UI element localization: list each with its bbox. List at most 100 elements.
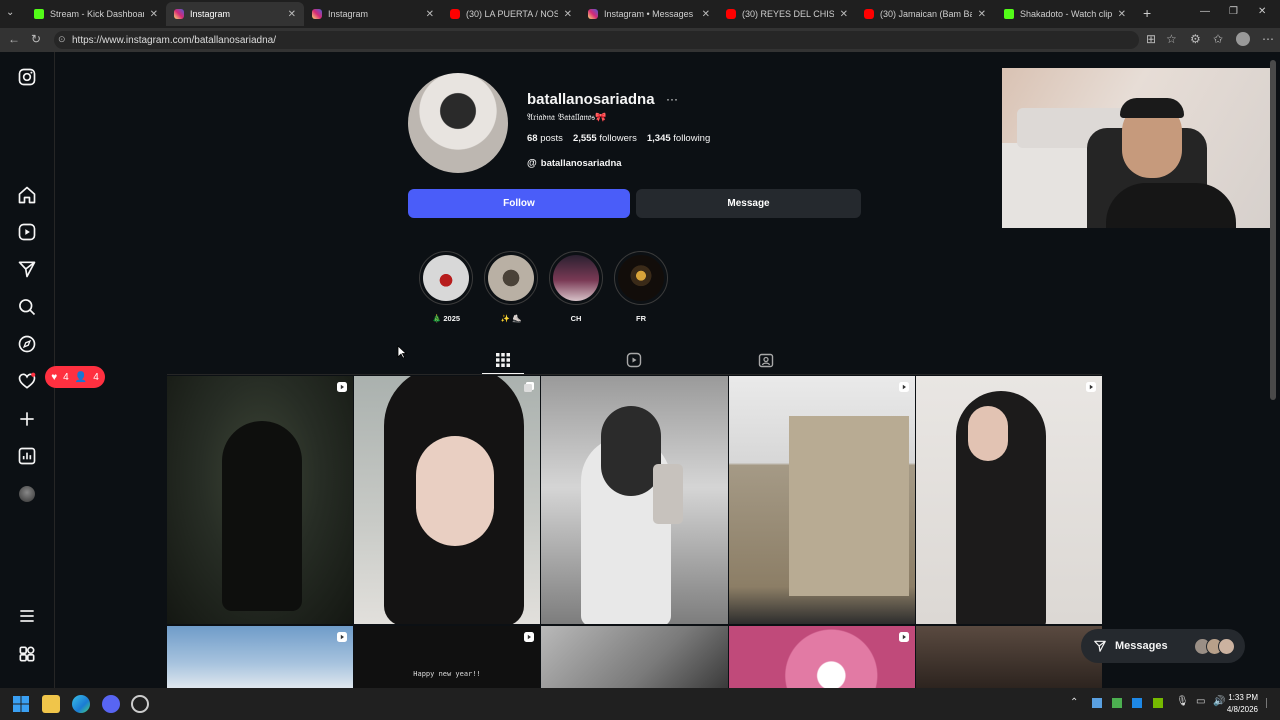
back-icon[interactable]: ← xyxy=(8,32,20,46)
highlight-label: FR xyxy=(636,314,646,323)
favorites-icon[interactable]: ✩ xyxy=(1213,32,1223,46)
message-button[interactable]: Message xyxy=(636,189,861,218)
posts-grid-tab-icon[interactable] xyxy=(495,352,511,368)
close-tab-icon[interactable]: ✕ xyxy=(978,9,986,20)
webcam-overlay xyxy=(1002,68,1272,228)
restore-icon[interactable]: ❐ xyxy=(1229,6,1238,17)
highlight-skating[interactable] xyxy=(484,251,538,305)
tagged-tab-icon[interactable] xyxy=(758,352,774,368)
tabs-divider xyxy=(167,374,1102,375)
messages-send-icon[interactable] xyxy=(17,259,37,279)
carousel-indicator-icon xyxy=(524,382,534,392)
windows-start-icon[interactable] xyxy=(13,696,29,712)
reels-icon[interactable] xyxy=(17,222,37,242)
post-thumbnail[interactable] xyxy=(541,376,728,624)
followers-stat[interactable]: 2,555 followers xyxy=(573,133,637,144)
instagram-icon xyxy=(174,9,184,19)
show-desktop-button[interactable] xyxy=(1266,698,1273,708)
browser-menu-icon[interactable]: ⋯ xyxy=(1262,32,1274,46)
browser-tab-instagram-messages[interactable]: Instagram • Messages ✕ xyxy=(580,2,718,26)
threads-handle: batallanosariadna xyxy=(540,158,622,169)
site-info-icon[interactable]: ⊙ xyxy=(58,34,66,45)
favorite-star-icon[interactable]: ☆ xyxy=(1166,32,1177,46)
also-from-meta-icon[interactable] xyxy=(17,644,37,664)
dashboard-chart-icon[interactable] xyxy=(17,446,37,466)
volume-icon[interactable]: 🔊 xyxy=(1213,696,1225,707)
tray-app-icon[interactable] xyxy=(1112,698,1122,708)
page-scrollbar[interactable] xyxy=(1270,60,1276,400)
taskbar-clock[interactable]: 1:33 PM 4/8/2026 xyxy=(1227,692,1258,716)
notifications-badge[interactable]: ♥ 4 👤 4 xyxy=(45,366,105,388)
post-thumbnail[interactable] xyxy=(916,626,1102,688)
close-tab-icon[interactable]: ✕ xyxy=(288,9,296,20)
url-field[interactable]: ⊙ https://www.instagram.com/batallanosar… xyxy=(54,31,1139,49)
post-thumbnail[interactable] xyxy=(729,626,915,688)
clock-time: 1:33 PM xyxy=(1228,693,1258,702)
options-more-icon[interactable]: ··· xyxy=(666,92,678,106)
close-tab-icon[interactable]: ✕ xyxy=(150,9,158,20)
close-tab-icon[interactable]: ✕ xyxy=(564,9,572,20)
url-text: https://www.instagram.com/batallanosaria… xyxy=(72,34,276,46)
highlight-fr[interactable] xyxy=(614,251,668,305)
tab-actions-icon[interactable]: ⌄ xyxy=(6,7,14,18)
profile-stats: 68 posts 2,555 followers 1,345 following xyxy=(527,133,710,144)
discord-icon[interactable] xyxy=(102,695,120,713)
browser-tab-youtube-la-puerta[interactable]: (30) LA PUERTA / NOS QUER ✕ xyxy=(442,2,580,26)
microphone-icon[interactable]: 🎙 xyxy=(1176,696,1189,707)
threads-link[interactable]: @ batallanosariadna xyxy=(527,158,622,169)
instagram-logo-icon[interactable] xyxy=(17,67,37,87)
follow-button[interactable]: Follow xyxy=(408,189,630,218)
new-tab-icon[interactable]: + xyxy=(1143,5,1151,21)
close-tab-icon[interactable]: ✕ xyxy=(702,9,710,20)
browser-tab-shakadoto[interactable]: Shakadoto - Watch clips on ✕ xyxy=(996,2,1134,26)
youtube-icon xyxy=(450,9,460,19)
explore-compass-icon[interactable] xyxy=(17,334,37,354)
minimize-icon[interactable]: — xyxy=(1200,6,1210,17)
obs-icon[interactable] xyxy=(131,695,149,713)
post-thumbnail[interactable] xyxy=(541,626,728,688)
network-icon[interactable]: ▭ xyxy=(1196,696,1205,707)
following-stat[interactable]: 1,345 following xyxy=(647,133,710,144)
post-thumbnail[interactable] xyxy=(354,376,540,624)
tray-overflow-icon[interactable]: ⌃ xyxy=(1070,697,1078,708)
post-thumbnail[interactable] xyxy=(167,626,353,688)
messages-label: Messages xyxy=(1115,640,1168,652)
close-tab-icon[interactable]: ✕ xyxy=(840,9,848,20)
search-icon[interactable] xyxy=(17,297,37,317)
close-tab-icon[interactable]: ✕ xyxy=(1118,9,1126,20)
profile-avatar-icon[interactable] xyxy=(1236,32,1250,46)
messages-button[interactable]: Messages xyxy=(1081,629,1245,663)
tab-title: (30) Jamaican (Bam Bam) - Y xyxy=(880,9,972,19)
post-thumbnail[interactable] xyxy=(167,376,353,624)
highlight-2025[interactable] xyxy=(419,251,473,305)
post-thumbnail[interactable]: Happy new year!! xyxy=(354,626,540,688)
browser-tab-instagram-active[interactable]: Instagram ✕ xyxy=(166,2,304,26)
tray-app-icon[interactable] xyxy=(1132,698,1142,708)
home-icon[interactable] xyxy=(17,185,37,205)
browser-tab-youtube-reyes[interactable]: (30) REYES DEL CHISME Y DE ✕ xyxy=(718,2,856,26)
browser-tab-instagram[interactable]: Instagram ✕ xyxy=(304,2,442,26)
close-tab-icon[interactable]: ✕ xyxy=(426,9,434,20)
edge-browser-icon[interactable] xyxy=(72,695,90,713)
profile-avatar[interactable] xyxy=(19,486,35,502)
post-thumbnail[interactable] xyxy=(916,376,1102,624)
reels-tab-icon[interactable] xyxy=(626,352,642,368)
file-explorer-icon[interactable] xyxy=(42,695,60,713)
highlight-ch[interactable] xyxy=(549,251,603,305)
nvidia-icon[interactable] xyxy=(1153,698,1163,708)
browser-tab-kick-dashboard[interactable]: Stream - Kick Dashboard ✕ xyxy=(26,2,166,26)
reload-icon[interactable]: ↻ xyxy=(31,32,41,46)
extensions-icon[interactable]: ⚙ xyxy=(1190,32,1201,46)
profile-picture[interactable] xyxy=(408,73,508,173)
create-plus-icon[interactable] xyxy=(17,409,37,429)
close-window-icon[interactable]: ✕ xyxy=(1258,6,1266,17)
tray-app-icon[interactable] xyxy=(1092,698,1102,708)
more-menu-icon[interactable] xyxy=(17,606,37,626)
split-screen-icon[interactable]: ⊞ xyxy=(1146,32,1156,46)
notifications-heart-icon[interactable] xyxy=(17,371,37,391)
likes-heart-icon: ♥ xyxy=(51,371,58,383)
browser-tab-youtube-jamaican[interactable]: (30) Jamaican (Bam Bam) - Y ✕ xyxy=(856,2,994,26)
highlight-cover xyxy=(488,255,534,301)
follows-count: 4 xyxy=(93,371,99,383)
post-thumbnail[interactable] xyxy=(729,376,915,624)
